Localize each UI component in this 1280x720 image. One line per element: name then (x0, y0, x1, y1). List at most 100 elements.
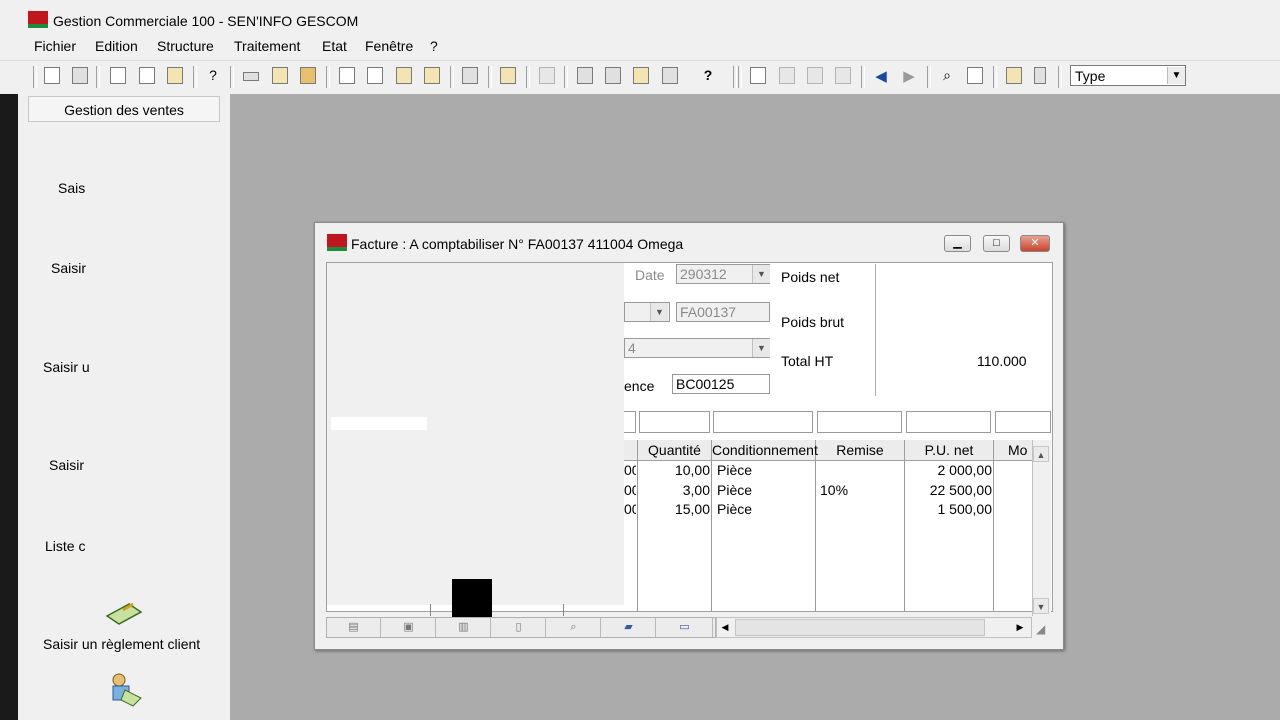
cell-remise: 10% (820, 482, 849, 498)
toolbar-separator (230, 66, 234, 88)
scroll-right-icon[interactable]: ▶ (1012, 619, 1028, 635)
sidebar-item-5[interactable]: Liste c (45, 538, 85, 554)
filter-field[interactable] (995, 411, 1051, 433)
cut-icon[interactable] (110, 67, 126, 84)
column-header-conditionnement[interactable]: Conditionnement (712, 440, 818, 460)
column-header-pu-net[interactable]: P.U. net (905, 440, 994, 460)
user-document-icon[interactable] (396, 67, 412, 84)
payment-icon[interactable] (105, 600, 143, 628)
menu-structure[interactable]: Structure (157, 38, 214, 54)
app-logo-icon (28, 11, 48, 28)
documents-icon[interactable] (367, 67, 383, 84)
sidebar-item-3[interactable]: Saisir u (43, 359, 90, 375)
minimize-icon[interactable]: ▁ (944, 235, 971, 252)
horizontal-scroll-thumb[interactable] (735, 619, 985, 636)
poids-brut-label: Poids brut (781, 314, 845, 330)
sidebar-item-4[interactable]: Saisir (49, 457, 84, 473)
toolbar-separator (488, 66, 492, 88)
copy-icon[interactable] (139, 67, 155, 84)
menu-fichier[interactable]: Fichier (34, 38, 76, 54)
poids-net-label: Poids net (781, 269, 840, 285)
print-preview-icon[interactable] (500, 67, 516, 84)
filter-field[interactable] (624, 411, 636, 433)
menu-traitement[interactable]: Traitement (234, 38, 300, 54)
save-icon[interactable] (72, 67, 88, 84)
open-folder-icon[interactable]: ▰ (602, 617, 656, 637)
scroll-down-icon[interactable]: ▼ (1033, 598, 1049, 614)
print-list-icon[interactable] (605, 67, 621, 84)
line-details-icon[interactable]: ▣ (382, 617, 436, 637)
help-icon[interactable]: ? (700, 67, 716, 84)
eraser-icon[interactable] (243, 72, 259, 81)
sidebar-header-label: Gestion des ventes (64, 102, 184, 118)
document-icon[interactable] (339, 67, 355, 84)
disabled-action-icon[interactable] (539, 67, 555, 84)
printer-icon[interactable] (662, 67, 678, 84)
column-header-quantite[interactable]: Quantité (638, 440, 712, 460)
cell-quantite: 15,00 (674, 501, 710, 517)
scroll-up-icon[interactable]: ▲ (1033, 446, 1049, 462)
archive-icon[interactable] (300, 67, 316, 84)
print-setup-icon[interactable] (577, 67, 593, 84)
add-record-icon[interactable] (750, 67, 766, 84)
cell-pu-net: 22 500,00 (929, 482, 992, 498)
cell-quantite: 3,00 (682, 482, 710, 498)
resize-grip-icon[interactable]: ◢ (1036, 622, 1052, 638)
arrow-left-icon[interactable]: ◀ (873, 67, 889, 85)
column-header-montant[interactable]: Mo (994, 440, 1032, 460)
filter-field[interactable] (817, 411, 902, 433)
client-list-icon[interactable] (105, 672, 143, 708)
help-pointer-icon[interactable]: ? (205, 67, 221, 84)
menu-fenetre[interactable]: Fenêtre (365, 38, 413, 54)
column-divider (711, 460, 712, 612)
move-record-icon[interactable] (807, 67, 823, 84)
new-document-icon[interactable]: ▭ (657, 617, 713, 637)
print-report-icon[interactable] (633, 67, 649, 84)
calculator-icon[interactable] (1034, 67, 1046, 84)
search-line-icon[interactable]: ⌕ (547, 617, 601, 637)
app-title: Gestion Commerciale 100 - SEN'INFO GESCO… (53, 13, 359, 29)
chevron-down-icon[interactable]: ▼ (650, 303, 668, 321)
close-icon[interactable]: ✕ (1020, 235, 1050, 252)
menu-help[interactable]: ? (430, 38, 438, 54)
sidebar-item-payment[interactable]: Saisir un règlement client (43, 636, 200, 652)
menu-edition[interactable]: Edition (95, 38, 138, 54)
export-icon[interactable] (1006, 67, 1022, 84)
menu-etat[interactable]: Etat (322, 38, 347, 54)
line-options-icon[interactable]: ▥ (437, 617, 491, 637)
filter-field[interactable] (639, 411, 710, 433)
left-edge-strip (0, 94, 18, 720)
edit-line-icon[interactable]: ▤ (327, 617, 381, 637)
chevron-down-icon[interactable]: ▼ (1167, 67, 1185, 84)
sidebar-item-2[interactable]: Saisir (51, 260, 86, 276)
left-pane (327, 263, 624, 605)
print-icon[interactable] (462, 67, 478, 84)
cell-pu-net: 2 000,00 (937, 462, 993, 478)
filter-field[interactable] (906, 411, 991, 433)
folder-icon[interactable] (272, 67, 288, 84)
edit-record-icon[interactable] (779, 67, 795, 84)
goto-icon[interactable] (967, 67, 983, 84)
column-header-remise[interactable]: Remise (816, 440, 905, 460)
piece-number-field[interactable]: FA00137 (676, 302, 770, 322)
total-ht-label: Total HT (781, 353, 834, 369)
sidebar-item-1[interactable]: Sais (58, 180, 85, 196)
search-icon[interactable]: ⌕ (939, 67, 955, 84)
new-document-icon[interactable] (44, 67, 60, 84)
chevron-down-icon[interactable]: ▼ (752, 339, 770, 357)
cell-conditionnement: Pièce (717, 501, 753, 517)
maximize-icon[interactable]: □ (983, 235, 1010, 252)
toolbar-separator (927, 66, 931, 88)
scroll-left-icon[interactable]: ◀ (717, 619, 733, 635)
arrow-right-icon[interactable]: ▶ (901, 67, 917, 85)
column-header[interactable] (624, 440, 638, 460)
filter-field[interactable] (713, 411, 813, 433)
vertical-scrollbar[interactable] (1032, 440, 1051, 616)
reference-field[interactable]: BC00125 (672, 374, 770, 394)
chevron-down-icon[interactable]: ▼ (752, 265, 770, 283)
client-select[interactable]: 4 (624, 338, 770, 358)
delete-line-icon[interactable]: ▯ (492, 617, 546, 637)
delete-record-icon[interactable] (835, 67, 851, 84)
paste-icon[interactable] (167, 67, 183, 84)
filter-document-icon[interactable] (424, 67, 440, 84)
